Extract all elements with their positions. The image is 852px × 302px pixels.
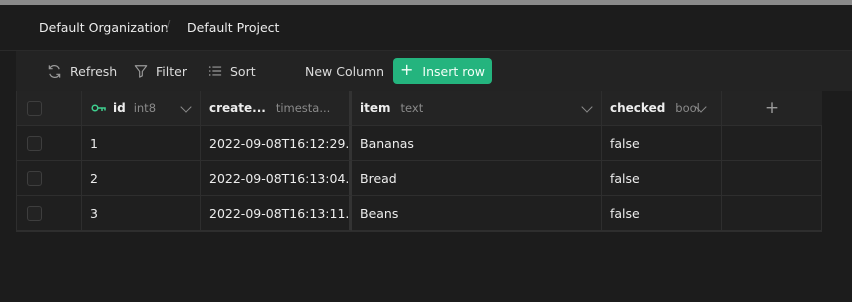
table-row bbox=[17, 161, 82, 196]
chevron-down-icon[interactable] bbox=[581, 101, 593, 113]
header-select-all-cell bbox=[17, 91, 82, 126]
chevron-down-icon[interactable] bbox=[180, 101, 192, 113]
row-select-checkbox[interactable] bbox=[27, 170, 42, 186]
cell-id[interactable]: 3 bbox=[82, 196, 201, 231]
column-header-item[interactable]: item text bbox=[352, 91, 602, 126]
cell-created-at[interactable]: 2022-09-08T16:13:11.000 bbox=[201, 196, 352, 231]
cell-created-at[interactable]: 2022-09-08T16:12:29.00 bbox=[201, 126, 352, 161]
cell-item-value: Bananas bbox=[360, 135, 414, 151]
new-column-label: New Column bbox=[305, 63, 385, 79]
cell-created-at-value: 2022-09-08T16:13:04.00 bbox=[209, 170, 352, 186]
filter-icon bbox=[134, 65, 148, 78]
cell-created-at[interactable]: 2022-09-08T16:13:04.00 bbox=[201, 161, 352, 196]
add-column-plus-icon[interactable]: + bbox=[765, 98, 779, 118]
filter-label: Filter bbox=[156, 63, 187, 79]
column-type-item: text bbox=[400, 101, 424, 115]
add-column-cell[interactable]: + bbox=[722, 91, 822, 126]
breadcrumb-project[interactable]: Default Project bbox=[187, 20, 279, 35]
column-header-id[interactable]: id int8 bbox=[82, 91, 201, 126]
refresh-label: Refresh bbox=[70, 63, 118, 79]
cell-item[interactable]: Bread bbox=[352, 161, 602, 196]
cell-item-value: Beans bbox=[360, 205, 399, 221]
cell-id-value: 2 bbox=[90, 170, 98, 186]
column-name-created-at: create... bbox=[209, 101, 266, 115]
select-all-checkbox[interactable] bbox=[27, 100, 42, 116]
column-name-id: id bbox=[113, 101, 126, 115]
insert-row-label: Insert row bbox=[422, 63, 485, 79]
cell-checked-value: false bbox=[610, 205, 640, 221]
cell-checked[interactable]: false bbox=[602, 126, 722, 161]
cell-checked[interactable]: false bbox=[602, 196, 722, 231]
cell-checked-value: false bbox=[610, 170, 640, 186]
cell-id[interactable]: 1 bbox=[82, 126, 201, 161]
cell-empty bbox=[722, 161, 822, 196]
breadcrumb-organization[interactable]: Default Organization bbox=[39, 20, 169, 35]
cell-id-value: 1 bbox=[90, 135, 98, 151]
cell-item[interactable]: Beans bbox=[352, 196, 602, 231]
column-name-item: item bbox=[360, 101, 391, 115]
cell-empty bbox=[722, 126, 822, 161]
cell-id-value: 3 bbox=[90, 205, 98, 221]
column-header-created-at[interactable]: create... timesta... bbox=[201, 91, 352, 126]
cell-empty bbox=[722, 196, 822, 231]
row-select-checkbox[interactable] bbox=[27, 205, 42, 221]
table-toolbar: Refresh Filter Sort New Column + Insert … bbox=[16, 51, 852, 91]
table-row bbox=[17, 126, 82, 161]
filter-button[interactable]: Filter bbox=[134, 51, 187, 91]
cell-item[interactable]: Bananas bbox=[352, 126, 602, 161]
page-header: Default Organization / Default Project bbox=[0, 5, 852, 51]
column-type-created-at: timesta... bbox=[275, 101, 331, 115]
table-row bbox=[17, 196, 82, 231]
insert-row-button[interactable]: + Insert row bbox=[393, 58, 492, 84]
column-type-id: int8 bbox=[133, 101, 157, 115]
data-grid: id int8 create... timesta... item text c… bbox=[16, 91, 822, 232]
column-name-checked: checked bbox=[610, 101, 666, 115]
new-column-button[interactable]: New Column bbox=[305, 51, 384, 91]
cell-id[interactable]: 2 bbox=[82, 161, 201, 196]
cell-item-value: Bread bbox=[360, 170, 397, 186]
grid-empty-area bbox=[0, 232, 852, 302]
refresh-button[interactable]: Refresh bbox=[47, 51, 117, 91]
sort-button[interactable]: Sort bbox=[208, 51, 256, 91]
cell-checked[interactable]: false bbox=[602, 161, 722, 196]
row-select-checkbox[interactable] bbox=[27, 135, 42, 151]
sort-icon bbox=[208, 66, 222, 76]
cell-created-at-value: 2022-09-08T16:12:29.00 bbox=[209, 135, 352, 151]
breadcrumb-separator: / bbox=[166, 19, 171, 34]
plus-icon: + bbox=[400, 60, 414, 79]
refresh-icon bbox=[48, 64, 61, 78]
cell-checked-value: false bbox=[610, 135, 640, 151]
column-header-checked[interactable]: checked bool bbox=[602, 91, 722, 126]
sort-label: Sort bbox=[230, 63, 256, 79]
cell-created-at-value: 2022-09-08T16:13:11.000 bbox=[209, 205, 350, 221]
primary-key-icon bbox=[91, 104, 106, 112]
